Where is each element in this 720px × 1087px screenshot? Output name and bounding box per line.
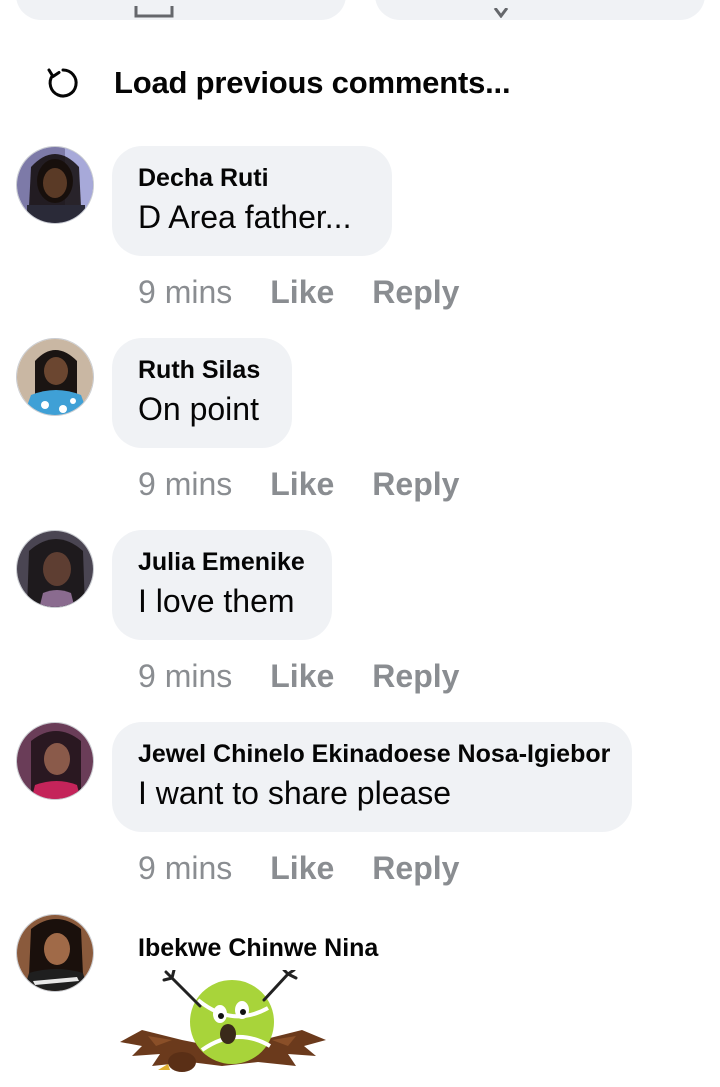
comment-item: Jewel Chinelo Ekinadoese Nosa-Igiebor I … <box>16 722 706 892</box>
comment-author[interactable]: Julia Emenike <box>138 548 305 577</box>
comment-bubble: Ruth Silas On point <box>112 338 292 448</box>
comment-time[interactable]: 9 mins <box>138 274 232 311</box>
comment-bubble: Jewel Chinelo Ekinadoese Nosa-Igiebor I … <box>112 722 632 832</box>
comment-action-button[interactable] <box>375 0 705 20</box>
reply-button[interactable]: Reply <box>372 850 459 887</box>
comment-bubble: Decha Ruti D Area father... <box>112 146 392 256</box>
reply-button[interactable]: Reply <box>372 658 459 695</box>
like-action-button[interactable] <box>16 0 346 20</box>
reply-button[interactable]: Reply <box>372 274 459 311</box>
comment-author[interactable]: Decha Ruti <box>138 164 364 193</box>
like-button[interactable]: Like <box>270 466 334 503</box>
reply-button[interactable]: Reply <box>372 466 459 503</box>
comment-author[interactable]: Ibekwe Chinwe Nina <box>138 934 378 963</box>
comment-bubble: Julia Emenike I love them <box>112 530 332 640</box>
comment-text: D Area father... <box>138 199 352 235</box>
avatar[interactable] <box>16 914 94 992</box>
comment-item: Decha Ruti D Area father... 9 mins Like … <box>16 146 706 316</box>
avatar[interactable] <box>16 530 94 608</box>
refresh-icon <box>44 64 82 102</box>
avatar[interactable] <box>16 146 94 224</box>
comment-actions: 9 mins Like Reply <box>138 658 459 695</box>
avatar[interactable] <box>16 722 94 800</box>
comment-item: Ibekwe Chinwe Nina <box>16 914 706 1078</box>
comment-time[interactable]: 9 mins <box>138 466 232 503</box>
comment-actions: 9 mins Like Reply <box>138 850 459 887</box>
comment-text: I love them <box>138 583 295 619</box>
avatar[interactable] <box>16 338 94 416</box>
like-button[interactable]: Like <box>270 658 334 695</box>
comment-text: On point <box>138 391 259 427</box>
comment-time[interactable]: 9 mins <box>138 658 232 695</box>
comment-author[interactable]: Ruth Silas <box>138 356 264 385</box>
comment-item: Ruth Silas On point 9 mins Like Reply <box>16 338 706 508</box>
load-previous-comments[interactable]: Load previous comments... <box>44 62 511 104</box>
like-button[interactable]: Like <box>270 850 334 887</box>
thumbs-up-icon <box>134 0 174 24</box>
comment-actions: 9 mins Like Reply <box>138 274 459 311</box>
like-button[interactable]: Like <box>270 274 334 311</box>
comment-actions: 9 mins Like Reply <box>138 466 459 503</box>
comment-text: I want to share please <box>138 775 452 811</box>
comment-time[interactable]: 9 mins <box>138 850 232 887</box>
comment-item: Julia Emenike I love them 9 mins Like Re… <box>16 530 706 700</box>
comment-icon <box>493 0 509 24</box>
comment-author[interactable]: Jewel Chinelo Ekinadoese Nosa-Igiebor <box>138 740 610 769</box>
load-previous-label: Load previous comments... <box>114 65 511 100</box>
sticker-image[interactable] <box>112 968 332 1082</box>
